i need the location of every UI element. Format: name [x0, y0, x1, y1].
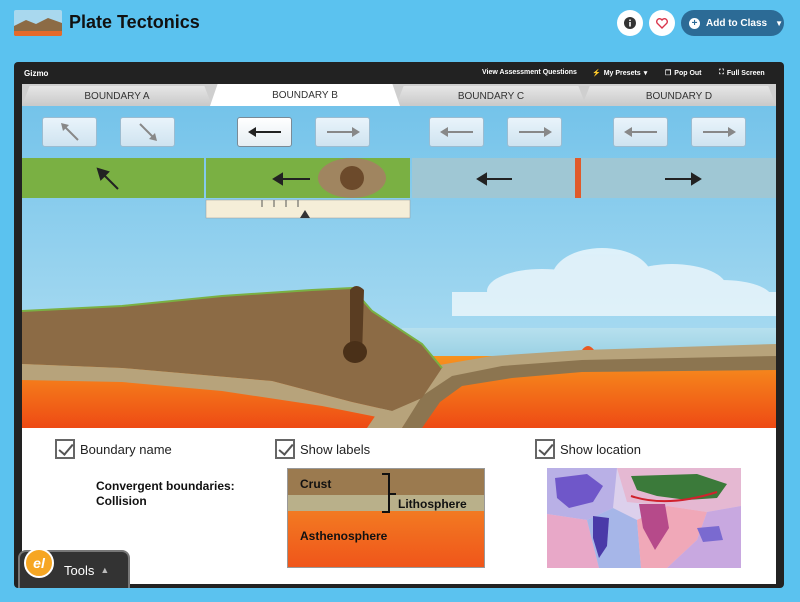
- tectonic-scene: [22, 106, 776, 428]
- add-to-class-button[interactable]: + Add to Class ▼: [681, 10, 784, 36]
- chevron-down-icon: ▼: [775, 18, 784, 28]
- plate-b-direction-se-button[interactable]: [120, 117, 175, 147]
- arrow-right-icon: [518, 127, 552, 137]
- show-labels-option[interactable]: Show labels: [275, 439, 370, 459]
- plate-d-direction-right-button[interactable]: [507, 117, 562, 147]
- full-screen-button[interactable]: ⛶ Full Screen: [719, 69, 765, 77]
- show-labels-label: Show labels: [300, 441, 371, 457]
- boundary-description: Convergent boundaries: Collision: [96, 479, 235, 509]
- lithosphere-bracket-tick: [390, 493, 396, 495]
- arrow-up-left-icon: [60, 123, 79, 141]
- arrow-left-icon: [247, 127, 281, 137]
- plate-map-graphic: [547, 468, 741, 568]
- view-assessment-label: View Assessment Questions: [482, 69, 577, 76]
- plate-b-direction-right-button[interactable]: [315, 117, 370, 147]
- arrow-right-icon: [702, 127, 736, 137]
- gizmo-label: Gizmo: [24, 69, 49, 78]
- world-map: [547, 468, 741, 568]
- info-button[interactable]: [617, 10, 643, 36]
- tools-label: Tools: [64, 562, 95, 578]
- full-screen-label: Full Screen: [726, 69, 765, 77]
- arrow-right-icon: [326, 127, 360, 137]
- show-location-label: Show location: [560, 441, 641, 457]
- plate-c-direction-left-button[interactable]: [429, 117, 484, 147]
- arrow-left-icon: [439, 127, 473, 137]
- arrow-left-icon: [623, 127, 657, 137]
- boundary-name-label: Boundary name: [80, 441, 172, 457]
- plate-e-direction-left-button[interactable]: [613, 117, 668, 147]
- boundary-name-checkbox[interactable]: [55, 439, 75, 459]
- info-icon: [624, 17, 636, 29]
- tab-boundary-c[interactable]: BOUNDARY C: [396, 86, 586, 106]
- my-presets-label: My Presets: [603, 69, 641, 77]
- page-title: Plate Tectonics: [69, 12, 200, 32]
- scene-graphic: [22, 106, 776, 428]
- plate-a-direction-nw-button[interactable]: [42, 117, 97, 147]
- tab-boundary-b[interactable]: BOUNDARY B: [210, 84, 400, 106]
- add-to-class-label: Add to Class: [706, 17, 768, 29]
- layer-diagram: Crust Lithosphere Asthenosphere: [287, 468, 485, 568]
- simulation-area: BOUNDARY A BOUNDARY C BOUNDARY D BOUNDAR…: [22, 84, 776, 584]
- crust-label: Crust: [300, 477, 332, 491]
- options-panel: Boundary name Show labels Show location …: [22, 428, 776, 584]
- show-labels-checkbox[interactable]: [275, 439, 295, 459]
- favorite-button[interactable]: [649, 10, 675, 36]
- pop-out-button[interactable]: ❐ Pop Out: [665, 69, 702, 78]
- show-location-option[interactable]: Show location: [535, 439, 641, 459]
- plate-f-direction-right-button[interactable]: [691, 117, 746, 147]
- plus-icon: +: [689, 17, 700, 29]
- chevron-up-icon: ▲: [100, 565, 110, 575]
- plate-a-direction-left-button[interactable]: [237, 117, 292, 147]
- boundary-type: Convergent boundaries:: [96, 479, 235, 493]
- popout-icon: ❐: [665, 70, 672, 77]
- chevron-down-icon: ▾: [643, 70, 648, 77]
- boundary-tabs: BOUNDARY A BOUNDARY C BOUNDARY D BOUNDAR…: [22, 84, 776, 106]
- tab-boundary-d[interactable]: BOUNDARY D: [582, 86, 776, 106]
- boundary-subtype: Collision: [96, 494, 147, 508]
- tools-drawer-button[interactable]: el Tools ▲: [18, 548, 130, 588]
- heart-icon: [656, 17, 668, 29]
- pop-out-label: Pop Out: [674, 69, 702, 77]
- app-header: Plate Tectonics + Add to Class ▼: [0, 0, 800, 52]
- tab-boundary-a[interactable]: BOUNDARY A: [22, 86, 212, 106]
- arrow-down-right-icon: [138, 123, 157, 141]
- asthenosphere-label: Asthenosphere: [300, 529, 388, 543]
- gizmo-window: Gizmo View Assessment Questions ⚡ My Pre…: [14, 62, 784, 588]
- show-location-checkbox[interactable]: [535, 439, 555, 459]
- view-assessment-button[interactable]: View Assessment Questions: [482, 69, 577, 76]
- app-thumbnail: [14, 10, 62, 36]
- explorelearning-logo-icon: el: [24, 548, 54, 578]
- lithosphere-bracket: [382, 473, 390, 513]
- boundary-name-option[interactable]: Boundary name: [55, 439, 172, 459]
- fullscreen-icon: ⛶: [719, 69, 724, 76]
- lightning-icon: ⚡: [592, 70, 601, 77]
- gizmo-toolbar: Gizmo View Assessment Questions ⚡ My Pre…: [14, 62, 784, 84]
- lithosphere-label: Lithosphere: [398, 497, 467, 511]
- my-presets-button[interactable]: ⚡ My Presets ▾: [592, 69, 648, 78]
